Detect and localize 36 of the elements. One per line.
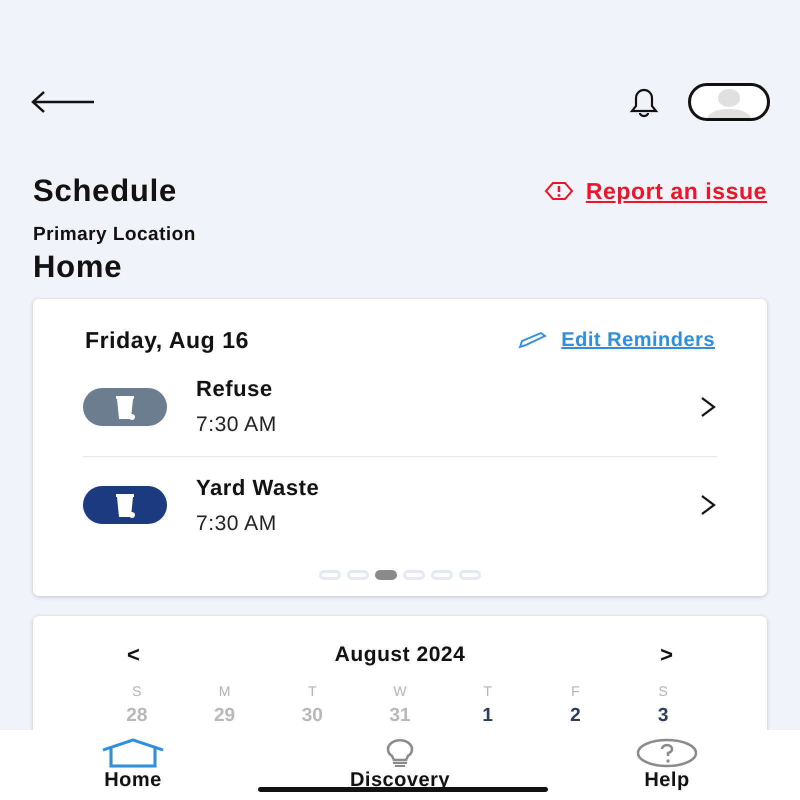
month-title: August 2024 bbox=[334, 642, 466, 668]
location-label: Primary Location bbox=[33, 222, 197, 246]
calendar-day[interactable]: 1 bbox=[482, 705, 493, 726]
report-issue-link[interactable]: Report an issue bbox=[544, 174, 767, 208]
page-title: Schedule bbox=[33, 172, 178, 210]
person-silhouette-icon bbox=[704, 86, 754, 118]
nav-tab[interactable]: Discovery bbox=[325, 730, 475, 800]
chevron-right-icon bbox=[699, 396, 717, 418]
pencil-icon bbox=[517, 331, 550, 350]
weekday-label: S bbox=[657, 682, 669, 701]
pickup-row[interactable]: Refuse 7:30 AM bbox=[83, 358, 717, 456]
nav-tab[interactable]: Home bbox=[58, 730, 208, 800]
weekday-label: T bbox=[482, 682, 493, 701]
weekday-label: W bbox=[392, 682, 408, 701]
previous-month-button[interactable]: < bbox=[127, 638, 140, 671]
pickup-time: 7:30 AM bbox=[196, 510, 278, 537]
weekday-label: T bbox=[307, 682, 318, 701]
pickup-time: 7:30 AM bbox=[196, 412, 278, 438]
pickup-date: Friday, Aug 16 bbox=[85, 326, 249, 355]
weekday-label: F bbox=[570, 682, 581, 701]
pickup-name: Refuse bbox=[196, 375, 274, 404]
help-icon bbox=[636, 738, 698, 768]
weekday-label: S bbox=[131, 682, 143, 701]
back-arrow-icon[interactable] bbox=[30, 90, 96, 114]
next-month-button[interactable]: > bbox=[660, 638, 673, 671]
alert-icon bbox=[544, 181, 574, 202]
weekday-label: M bbox=[218, 682, 232, 701]
location-name: Home bbox=[33, 249, 124, 285]
trash-can-icon bbox=[113, 491, 137, 519]
nav-tab[interactable]: Help bbox=[592, 730, 742, 800]
pickup-row[interactable]: Yard Waste 7:30 AM bbox=[83, 456, 717, 554]
calendar-day[interactable]: 2 bbox=[570, 705, 581, 726]
pickup-name: Yard Waste bbox=[196, 474, 320, 502]
calendar-day[interactable]: 3 bbox=[658, 705, 668, 726]
chevron-right-icon bbox=[699, 494, 717, 516]
avatar[interactable] bbox=[688, 83, 770, 121]
